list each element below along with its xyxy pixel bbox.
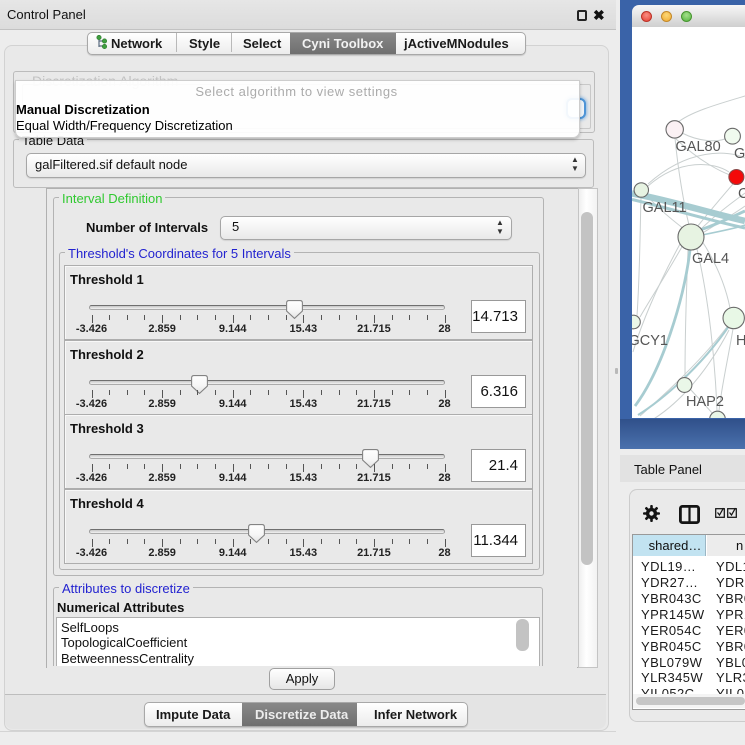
svg-text:GAL80: GAL80 xyxy=(676,139,721,155)
svg-text:GAL11: GAL11 xyxy=(643,200,687,216)
svg-text:HAP2: HAP2 xyxy=(686,394,724,410)
svg-text:GA: GA xyxy=(734,146,745,162)
svg-text:H: H xyxy=(736,333,745,349)
svg-text:C: C xyxy=(738,186,745,202)
svg-text:GCY1: GCY1 xyxy=(632,333,668,349)
svg-text:GAL4: GAL4 xyxy=(692,251,729,267)
